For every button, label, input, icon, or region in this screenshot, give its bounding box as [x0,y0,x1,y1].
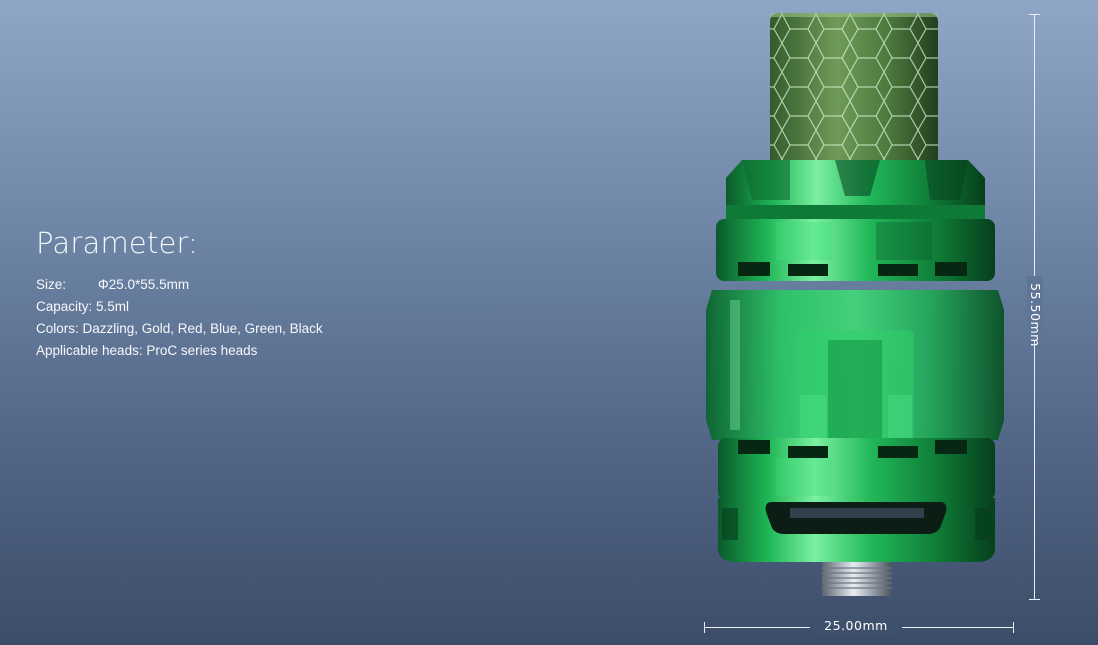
capacity-row: Capacity: 5.5ml [36,299,130,314]
colors-row: Colors: Dazzling, Gold, Red, Blue, Green… [36,321,323,336]
width-cap-left [704,622,705,633]
width-dimension-marker: 25.00mm [704,618,1014,636]
width-cap-right [1013,622,1014,633]
heads-row: Applicable heads: ProC series heads [36,343,258,358]
size-value: Φ25.0*55.5mm [98,277,190,292]
height-dimension-marker: 55.50mm [1025,14,1045,600]
height-cap-top [1029,14,1040,15]
height-dimension-label: 55.50mm [1028,283,1043,347]
size-row: Size: Φ25.0*55.5mm [36,274,456,296]
width-dimension-label: 25.00mm [824,618,888,633]
tank-product-image [706,13,1004,596]
parameter-title: Parameter: [36,226,199,260]
size-label: Size: [36,277,67,292]
height-cap-bottom [1029,599,1040,600]
parameter-panel: Parameter: Size: Φ25.0*55.5mm Capacity: 5… [36,226,456,362]
